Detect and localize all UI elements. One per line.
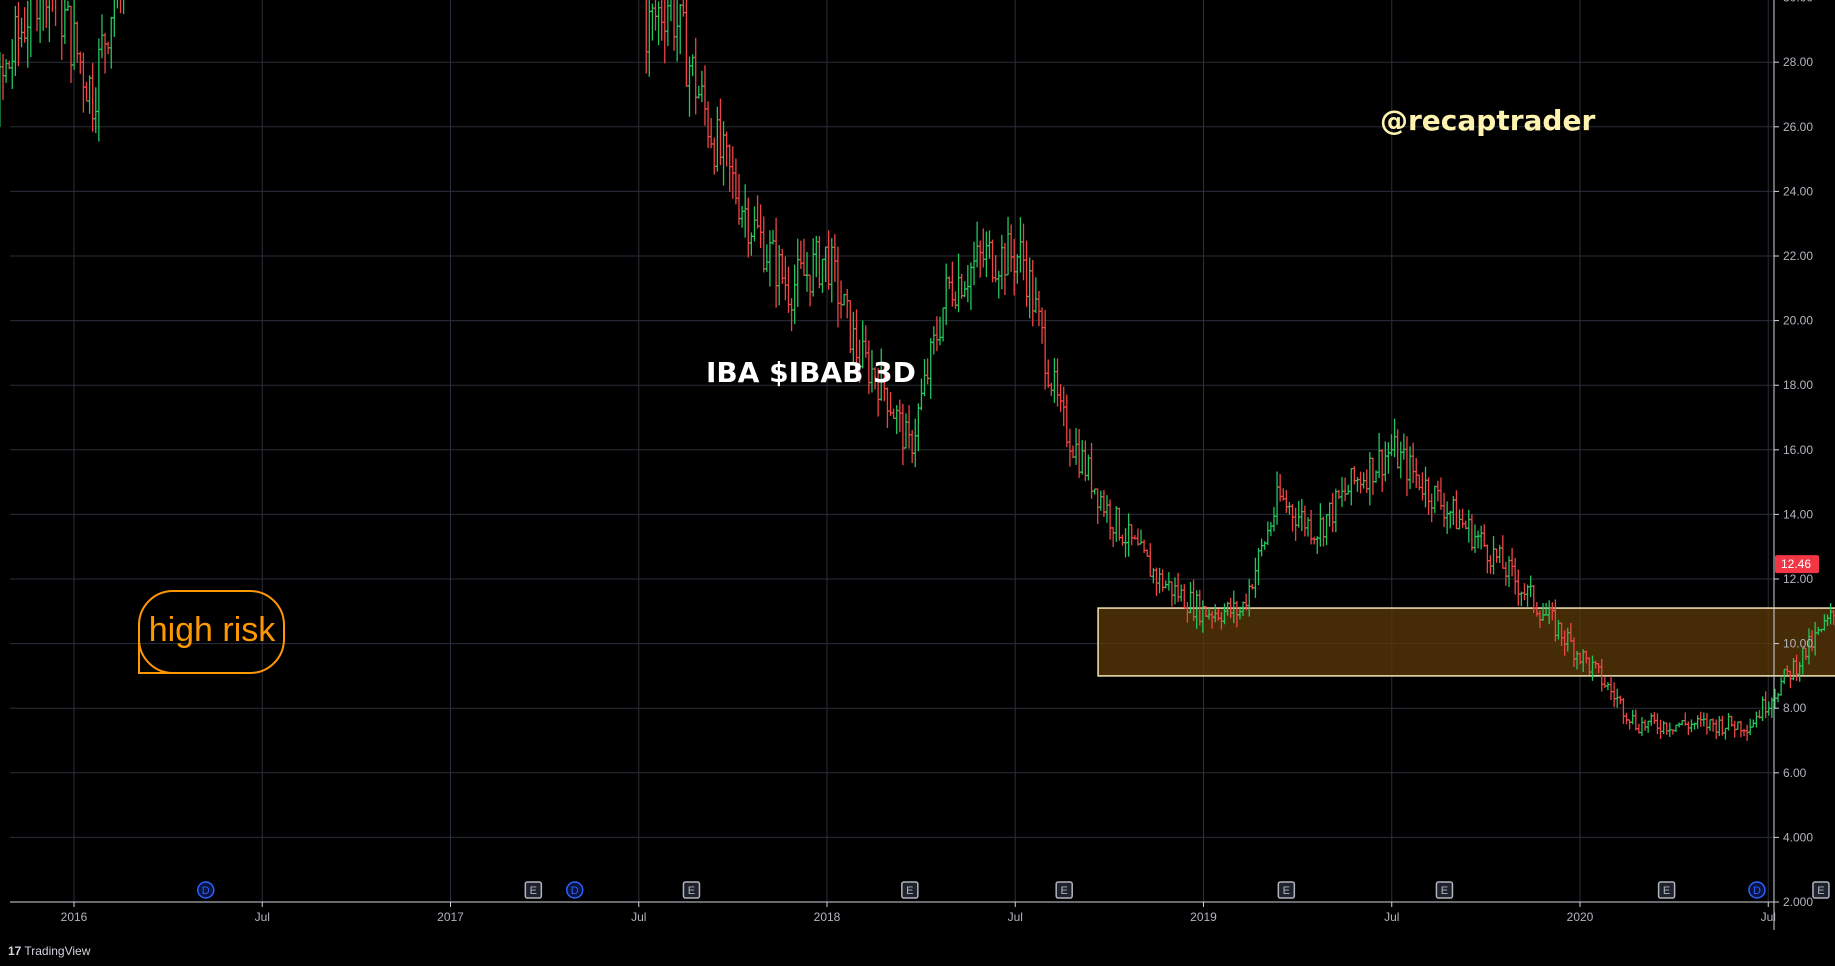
y-tick-label: 2.000 <box>1783 895 1813 909</box>
footer-band <box>0 930 1835 966</box>
y-tick-label: 14.00 <box>1783 507 1813 521</box>
earnings-marker-label: E <box>906 885 913 897</box>
tradingview-logo-icon: 17 <box>8 944 22 958</box>
high-risk-label: high risk <box>149 611 277 649</box>
y-tick-label: 8.00 <box>1783 701 1807 715</box>
x-tick-label: 2016 <box>61 910 88 924</box>
x-tick-label: Jul <box>1384 910 1399 924</box>
x-tick-label: 2018 <box>814 910 841 924</box>
y-tick-label: 6.00 <box>1783 766 1807 780</box>
price-chart[interactable]: 2.000 4.000 6.00 8.00 10.00 12.00 14.00 16.00 18… <box>0 0 1835 966</box>
dividend-marker-label: D <box>1753 885 1761 897</box>
y-tick-label: 24.00 <box>1783 184 1813 198</box>
y-tick-label: 12.00 <box>1783 572 1813 586</box>
y-tick-label: 20.00 <box>1783 314 1813 328</box>
y-tick-label: 18.00 <box>1783 378 1813 392</box>
last-price-label: 12.46 <box>1781 557 1811 571</box>
earnings-marker-label: E <box>530 885 537 897</box>
y-tick-label: 22.00 <box>1783 249 1813 263</box>
x-tick-label: 2019 <box>1190 910 1217 924</box>
earnings-marker-label: E <box>688 885 695 897</box>
x-tick-label: Jul <box>1761 910 1776 924</box>
y-tick-label: 28.00 <box>1783 55 1813 69</box>
x-tick-label: 2020 <box>1567 910 1594 924</box>
dividend-marker-label: D <box>571 885 579 897</box>
x-tick-label: Jul <box>255 910 270 924</box>
x-tick-label: Jul <box>631 910 646 924</box>
earnings-marker-label: E <box>1817 885 1824 897</box>
chart-background <box>0 0 1835 966</box>
watermark-user: @recaptrader <box>1380 104 1596 137</box>
earnings-marker-label: E <box>1283 885 1290 897</box>
x-tick-label: 2017 <box>437 910 464 924</box>
last-price-tag: 12.46 <box>1775 555 1819 574</box>
tradingview-brand[interactable]: 17 TradingView <box>8 944 90 958</box>
earnings-marker-label: E <box>1441 885 1448 897</box>
y-tick-label: 4.000 <box>1783 830 1813 844</box>
chart-title: IBA $IBAB 3D <box>706 356 916 389</box>
x-tick-label: Jul <box>1008 910 1023 924</box>
y-tick-label: 30.00 <box>1783 0 1813 5</box>
y-tick-label: 26.00 <box>1783 120 1813 134</box>
y-tick-label: 10.00 <box>1783 637 1813 651</box>
brand-label: TradingView <box>24 944 91 958</box>
earnings-marker-label: E <box>1663 885 1670 897</box>
earnings-marker-label: E <box>1061 885 1068 897</box>
dividend-marker-label: D <box>202 885 210 897</box>
y-tick-label: 16.00 <box>1783 443 1813 457</box>
